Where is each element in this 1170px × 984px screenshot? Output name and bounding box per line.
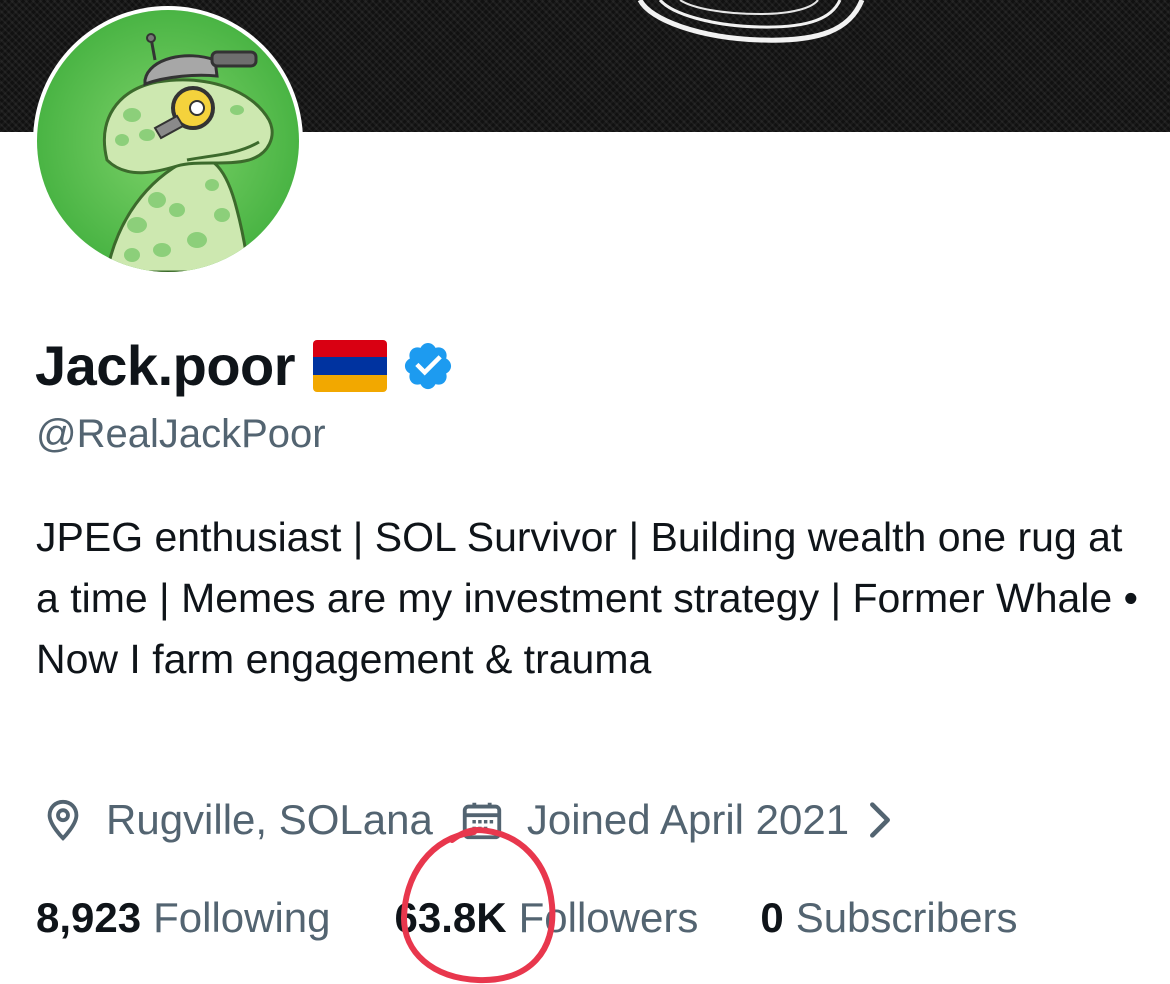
flag-stripe-blue bbox=[313, 357, 388, 375]
location-text: Rugville, SOLana bbox=[106, 796, 433, 843]
subscribers-label: Subscribers bbox=[795, 894, 1018, 941]
verified-badge-icon[interactable] bbox=[401, 339, 455, 393]
user-handle: @RealJackPoor bbox=[36, 412, 326, 456]
profile-stats-row: 8,923 Following 63.8K Followers 0 Subscr… bbox=[36, 888, 1017, 948]
avatar-image bbox=[37, 10, 299, 272]
calendar-icon bbox=[459, 797, 505, 843]
followers-label: Followers bbox=[518, 894, 699, 941]
flag-stripe-orange bbox=[313, 374, 388, 392]
joined-date[interactable]: Joined April 2021 bbox=[527, 796, 849, 844]
profile-meta-row: Rugville, SOLana Joined April 2021 bbox=[40, 790, 897, 850]
profile-page: Jack.poor @RealJackPoor JPEG enthusiast … bbox=[0, 0, 1170, 984]
display-name: Jack.poor bbox=[35, 334, 296, 397]
armenia-flag-icon bbox=[313, 340, 388, 392]
flag-stripe-red bbox=[313, 340, 388, 358]
subscribers-count: 0 bbox=[760, 894, 784, 941]
following-label: Following bbox=[153, 894, 331, 941]
subscribers-link[interactable]: 0 Subscribers bbox=[760, 894, 1017, 942]
chevron-right-icon[interactable] bbox=[863, 797, 897, 843]
profile-avatar[interactable] bbox=[33, 6, 303, 276]
following-link[interactable]: 8,923 Following bbox=[36, 894, 331, 942]
followers-count: 63.8K bbox=[394, 894, 507, 941]
profile-bio: JPEG enthusiast | SOL Survivor | Buildin… bbox=[36, 514, 1138, 682]
location-pin-icon bbox=[40, 797, 86, 843]
following-count: 8,923 bbox=[36, 894, 142, 941]
followers-link[interactable]: 63.8K Followers bbox=[395, 894, 699, 942]
name-row: Jack.poor bbox=[35, 330, 455, 402]
